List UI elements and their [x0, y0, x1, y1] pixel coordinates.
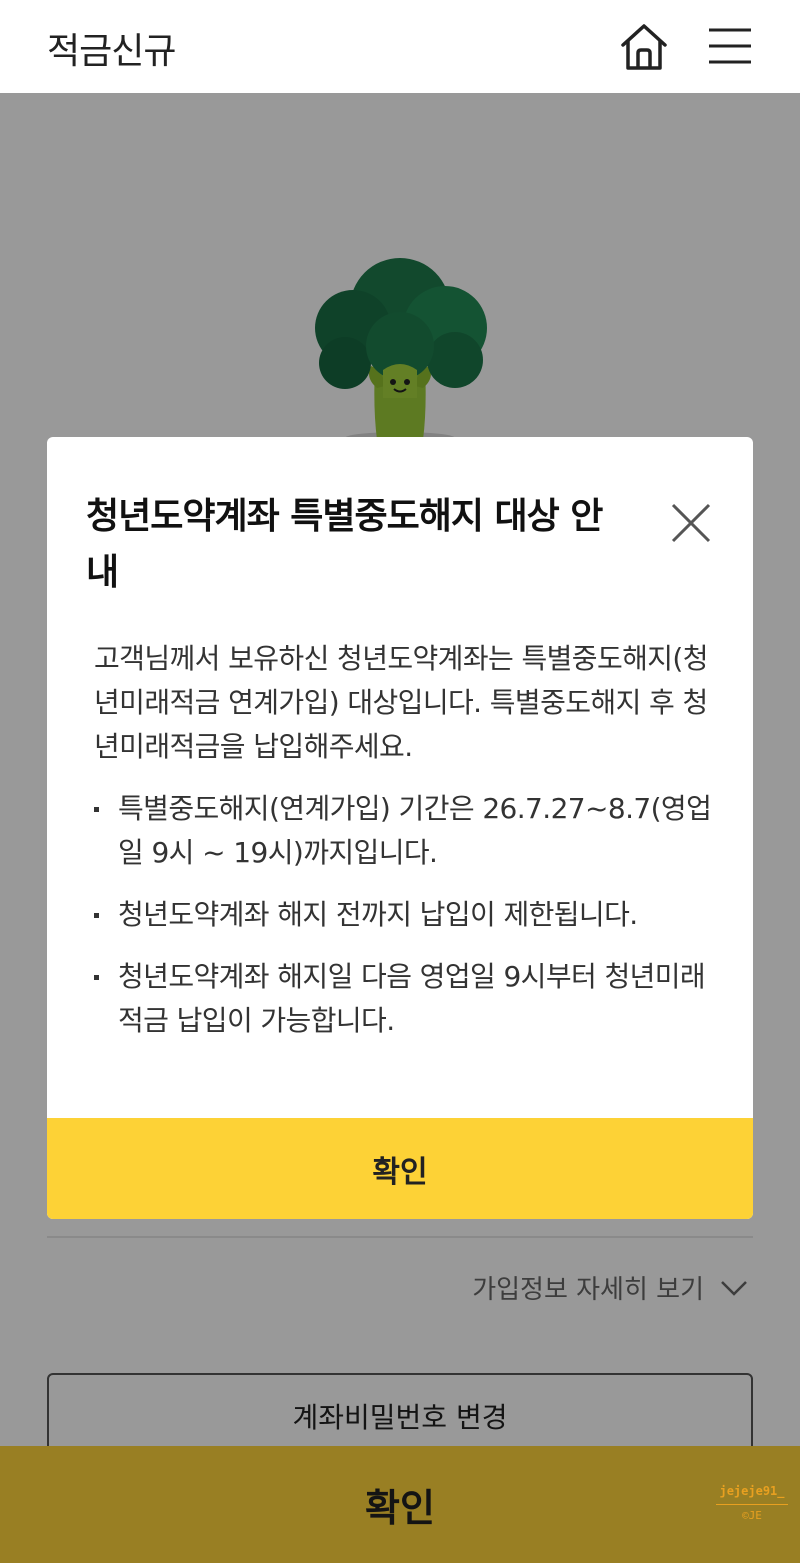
- menu-button[interactable]: [706, 26, 754, 66]
- dialog-intro-text: 고객님께서 보유하신 청년도약계좌는 특별중도해지(청년미래적금 연계가입) 대…: [94, 642, 709, 763]
- bullet-item: 특별중도해지(연계가입) 기간은 26.7.27~8.7(영업일 9시 ~ 19…: [92, 787, 722, 875]
- app-header: 적금신규: [0, 0, 800, 93]
- home-button[interactable]: [618, 22, 670, 72]
- dialog-confirm-label: 확인: [372, 1154, 428, 1190]
- page-title: 적금신규: [47, 31, 176, 72]
- watermark-line: [716, 1504, 788, 1505]
- dialog-confirm-button[interactable]: 확인: [47, 1118, 753, 1219]
- dialog-bullet-list: 특별중도해지(연계가입) 기간은 26.7.27~8.7(영업일 9시 ~ 19…: [92, 787, 722, 1061]
- bottom-backdrop: [0, 1446, 800, 1563]
- watermark: jejeje91_ ©JE: [712, 1484, 792, 1522]
- bullet-item: 청년도약계좌 해지 전까지 납입이 제한됩니다.: [92, 893, 722, 937]
- watermark-copyright: ©JE: [742, 1509, 762, 1522]
- watermark-name: jejeje91_: [719, 1484, 785, 1498]
- dialog-close-button[interactable]: [667, 499, 715, 547]
- bullet-item: 청년도약계좌 해지일 다음 영업일 9시부터 청년미래적금 납입이 가능합니다.: [92, 955, 722, 1043]
- notice-dialog: 청년도약계좌 특별중도해지 대상 안내 고객님께서 보유하신 청년도약계좌는 특…: [47, 437, 753, 1219]
- home-icon: [621, 24, 667, 70]
- dialog-title: 청년도약계좌 특별중도해지 대상 안내: [86, 496, 603, 593]
- close-icon: [671, 503, 711, 543]
- hamburger-menu-icon: [709, 28, 751, 64]
